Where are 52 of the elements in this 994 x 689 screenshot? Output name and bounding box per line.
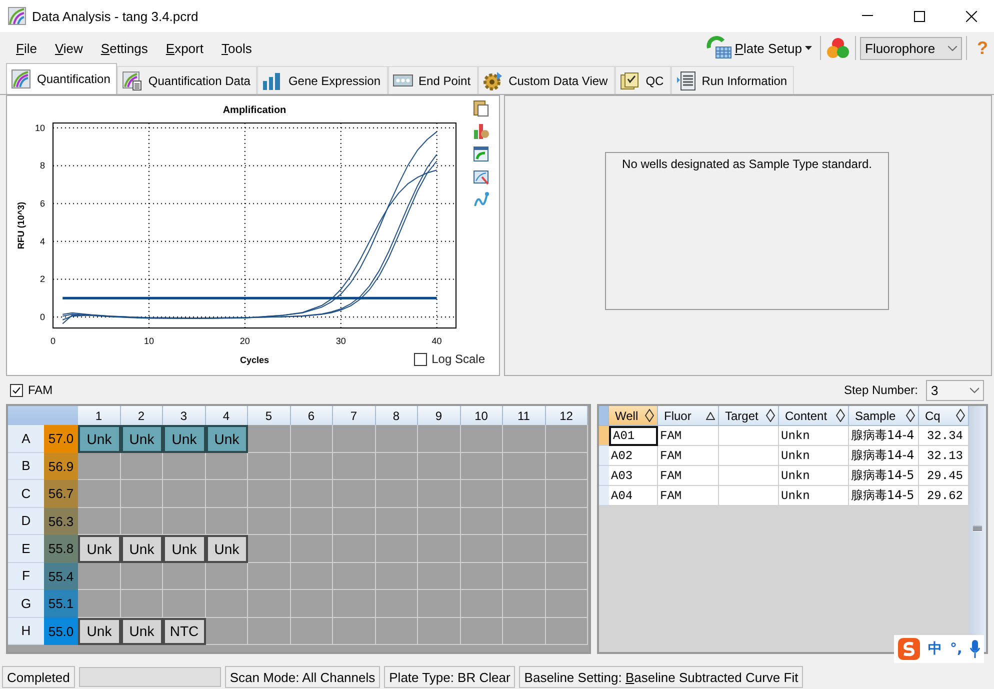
table-cell: FAM	[658, 426, 719, 446]
y-tick-label: 0	[40, 312, 45, 322]
baseline-value: Baseline Subtracted Curve Fit	[626, 670, 798, 684]
x-tick-label: 20	[240, 336, 250, 346]
y-tick-label: 4	[40, 236, 45, 246]
temperature-cell: 56.7	[44, 480, 78, 508]
table-cell: 腺病毒14-4	[849, 426, 919, 446]
fam-label: FAM	[28, 383, 53, 397]
table-cell: Unkn	[779, 486, 849, 506]
temperature-cell: 55.8	[44, 535, 78, 562]
table-cell: Unkn	[779, 426, 849, 446]
table-cell: A02	[609, 446, 658, 466]
table-cell: 29.62	[919, 486, 969, 506]
x-tick-label: 30	[336, 336, 346, 346]
x-axis-label: Cycles	[240, 355, 270, 365]
table-cell: FAM	[658, 446, 719, 466]
table-cell: 32.34	[919, 426, 969, 446]
table-cell: 腺病毒14-5	[849, 486, 919, 506]
temperature-cell: 56.9	[44, 452, 78, 480]
table-cell: 29.45	[919, 466, 969, 486]
chart-title: Amplification	[222, 105, 286, 116]
x-tick-label: 40	[432, 336, 442, 346]
log-scale-label: Log Scale	[432, 352, 485, 366]
y-axis-label: RFU (10^3)	[16, 202, 26, 250]
x-tick-label: 0	[50, 336, 56, 346]
step-number-label: Step Number:	[844, 383, 918, 397]
table-cell: A04	[609, 486, 658, 506]
x-tick-label: 10	[144, 336, 154, 346]
y-tick-label: 8	[40, 160, 45, 171]
temperature-cell: 55.4	[44, 562, 78, 590]
status-text: Completed	[2, 666, 75, 688]
table-cell: FAM	[658, 466, 719, 486]
empty-message: No wells designated as Sample Type standard.	[622, 157, 872, 173]
window-title: Data Analysis - tang 3.4.pcrd	[32, 8, 200, 24]
temperature-cell: 55.1	[44, 590, 78, 618]
table-cell: 腺病毒14-4	[849, 446, 919, 466]
table-cell: 32.13	[919, 446, 969, 466]
temperature-cell: 55.0	[44, 618, 78, 645]
temperature-cell: 57.0	[44, 425, 78, 452]
table-cell: 腺病毒14-5	[849, 466, 919, 486]
plate-type-text: Plate Type: BR Clear	[384, 666, 516, 688]
y-tick-label: 10	[34, 122, 45, 133]
table-cell: Unkn	[779, 446, 849, 466]
y-tick-label: 6	[40, 198, 45, 209]
table-cell: A03	[609, 466, 658, 486]
baseline-label: Baseline Setting:	[524, 670, 623, 684]
table-cell: FAM	[658, 486, 719, 506]
temperature-cell: 56.3	[44, 508, 78, 535]
table-cell: Unkn	[779, 466, 849, 486]
y-tick-label: 2	[40, 274, 45, 284]
table-cell: A01	[609, 426, 658, 446]
scan-mode-text: Scan Mode: All Channels	[224, 666, 380, 688]
